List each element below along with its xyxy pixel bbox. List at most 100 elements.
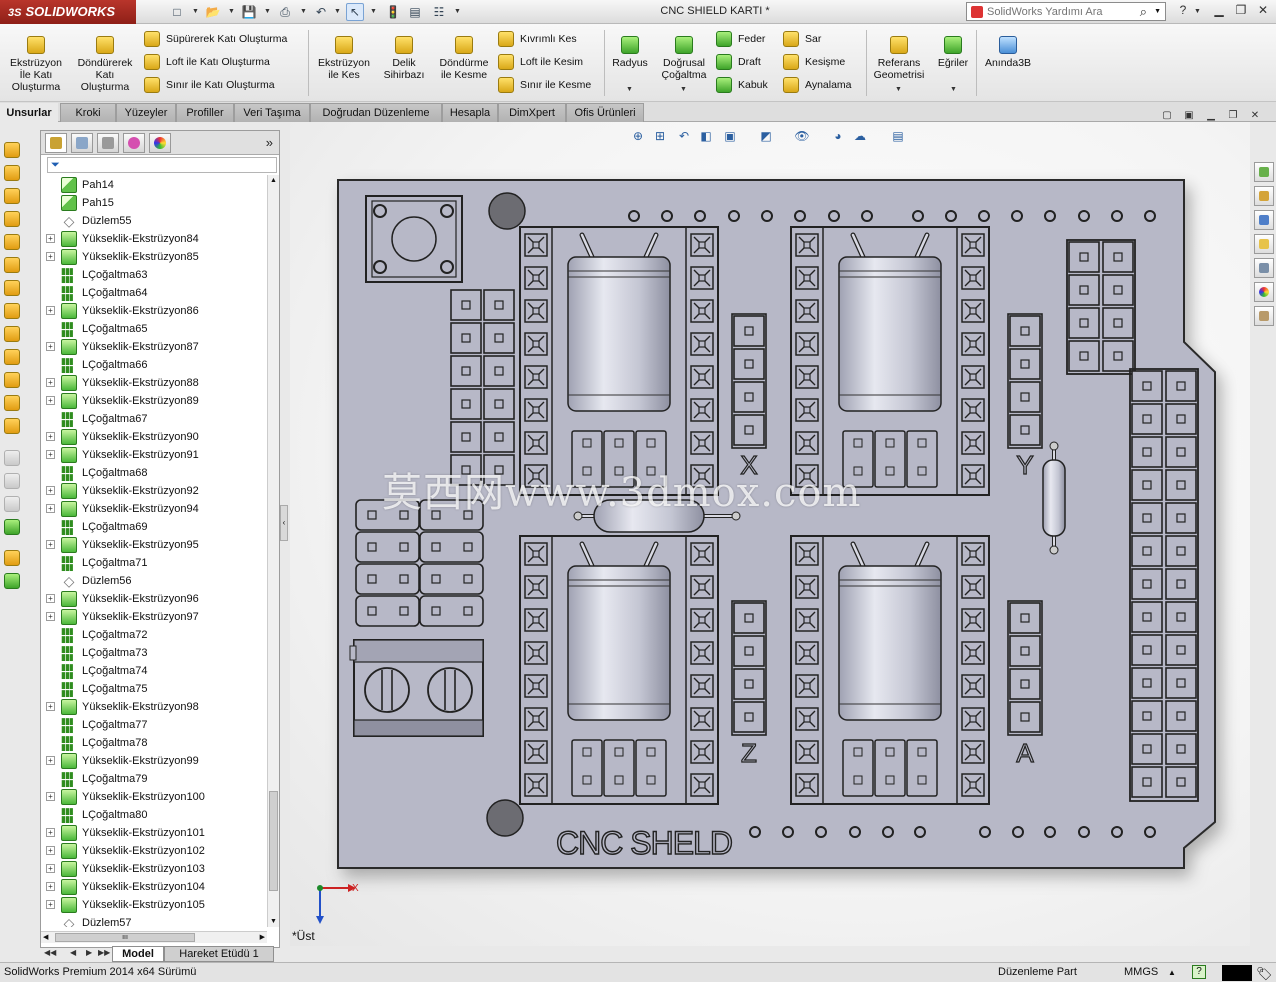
tree-item[interactable]: ◇ Düzlem56 (41, 572, 267, 590)
expand-plus-icon[interactable]: + (46, 342, 55, 351)
tree-item[interactable]: + Yükseklik-Ekstrüzyon85 (41, 248, 267, 266)
tree-item[interactable]: ▮▮▮ ▮▮▮ LÇoğaltma77 (41, 716, 267, 734)
expand-panel-icon[interactable]: » (266, 135, 273, 150)
display-manager-tab[interactable] (149, 133, 171, 153)
expand-plus-icon[interactable]: + (46, 486, 55, 495)
document-minimize-icon[interactable]: ▁ (1202, 110, 1220, 126)
expand-plus-icon[interactable]: + (46, 252, 55, 261)
boundary-tool-icon[interactable] (4, 234, 20, 250)
mirror-button[interactable]: Aynalama (783, 76, 852, 94)
help-search-input[interactable] (987, 5, 1137, 19)
unit-system-selector[interactable]: MMGS (1124, 963, 1158, 982)
curves-tool-icon[interactable] (4, 573, 20, 589)
new-document-icon[interactable]: □ (168, 3, 186, 21)
configuration-manager-tab[interactable] (97, 133, 119, 153)
expand-plus-icon[interactable]: + (46, 612, 55, 621)
expand-plus-icon[interactable]: + (46, 846, 55, 855)
tree-item[interactable]: + Yükseklik-Ekstrüzyon95 (41, 536, 267, 554)
intersect-button[interactable]: Kesişme (783, 53, 845, 71)
tab-motion-study[interactable]: Hareket Etüdü 1 (164, 946, 274, 962)
extrude-tool-icon[interactable] (4, 142, 20, 158)
wrap-tool-icon[interactable] (4, 395, 20, 411)
tree-item[interactable]: ▮▮▮ ▮▮▮ LÇoğaltma65 (41, 320, 267, 338)
wrap-button[interactable]: Sar (783, 30, 821, 48)
minimize-icon[interactable]: ▁ (1210, 3, 1228, 19)
extrude-boss-button[interactable]: Ekstrüzyon İle Katı Oluşturma (6, 36, 66, 93)
tree-item[interactable]: + Yükseklik-Ekstrüzyon102 (41, 842, 267, 860)
tab-ofis-urunleri[interactable]: Ofis Ürünleri (566, 103, 644, 122)
tree-item[interactable]: Pah14 (41, 176, 267, 194)
tab-veri-tasima[interactable]: Veri Taşıma (234, 103, 310, 122)
expand-plus-icon[interactable]: + (46, 396, 55, 405)
file-explorer-tab[interactable] (1254, 234, 1274, 254)
tree-item[interactable]: + Yükseklik-Ekstrüzyon86 (41, 302, 267, 320)
tree-item[interactable]: ▮▮▮ ▮▮▮ LÇoğaltma71 (41, 554, 267, 572)
tree-item[interactable]: + Yükseklik-Ekstrüzyon90 (41, 428, 267, 446)
chevron-down-icon[interactable]: ▼ (1154, 8, 1161, 15)
view-orientation-icon[interactable]: ▣ (722, 128, 738, 144)
graphics-viewport[interactable]: X Y Z A CNC SHELD (290, 122, 1250, 946)
loft-cut-button[interactable]: Loft ile Kesim (498, 53, 583, 71)
document-close-icon[interactable]: ✕ (1246, 110, 1264, 126)
tag-icon[interactable]: 🏷 (1256, 964, 1273, 982)
tree-item[interactable]: ▮▮▮ ▮▮▮ LÇoğaltma75 (41, 680, 267, 698)
fillet-tool-icon[interactable] (4, 519, 20, 535)
view-tile-icon[interactable]: ▢ (1158, 110, 1176, 126)
tree-item[interactable]: ▮▮▮ ▮▮▮ LÇoğaltma64 (41, 284, 267, 302)
design-library-tab[interactable] (1254, 210, 1274, 230)
expand-plus-icon[interactable]: + (46, 540, 55, 549)
view-layout-icon[interactable]: ▣ (1180, 110, 1198, 126)
shell-button[interactable]: Kabuk (716, 76, 768, 94)
help-status-icon[interactable]: ? (1192, 965, 1206, 979)
tree-item[interactable]: ▮▮▮ ▮▮▮ LÇoğaltma69 (41, 518, 267, 536)
tab-nav-next-icon[interactable]: ▶ (86, 948, 92, 957)
tree-item[interactable]: + Yükseklik-Ekstrüzyon105 (41, 896, 267, 914)
expand-plus-icon[interactable]: + (46, 756, 55, 765)
tree-item[interactable]: Pah15 (41, 194, 267, 212)
expand-plus-icon[interactable]: + (46, 234, 55, 243)
expand-plus-icon[interactable]: + (46, 432, 55, 441)
tree-item[interactable]: ▮▮▮ ▮▮▮ LÇoğaltma67 (41, 410, 267, 428)
tab-profiller[interactable]: Profiller (176, 103, 234, 122)
loft-tool-icon[interactable] (4, 211, 20, 227)
cut-sweep-tool-icon[interactable] (4, 303, 20, 319)
tree-item[interactable]: ▮▮▮ ▮▮▮ LÇoğaltma80 (41, 806, 267, 824)
tree-item[interactable]: + Yükseklik-Ekstrüzyon89 (41, 392, 267, 410)
tree-item[interactable]: ▮▮▮ ▮▮▮ LÇoğaltma78 (41, 734, 267, 752)
tree-item[interactable]: ▮▮▮ ▮▮▮ LÇoğaltma63 (41, 266, 267, 284)
rib-button[interactable]: Feder (716, 30, 765, 48)
zoom-to-area-icon[interactable]: ⊞ (652, 128, 668, 144)
tab-dimxpert[interactable]: DimXpert (498, 103, 566, 122)
fillet-button[interactable]: Radyus (608, 36, 652, 69)
tree-item[interactable]: + Yükseklik-Ekstrüzyon103 (41, 860, 267, 878)
appearances-tab[interactable] (1254, 282, 1274, 302)
expand-plus-icon[interactable]: + (46, 450, 55, 459)
tree-item[interactable]: ▮▮▮ ▮▮▮ LÇoğaltma68 (41, 464, 267, 482)
feature-filter[interactable]: ⏷ (47, 157, 277, 173)
cut-loft-tool-icon[interactable] (4, 326, 20, 342)
property-manager-tab[interactable] (71, 133, 93, 153)
draft-button[interactable]: Draft (716, 53, 761, 71)
dome-tool-icon[interactable] (4, 418, 20, 434)
tab-hesapla[interactable]: Hesapla (442, 103, 498, 122)
feature-tree-vertical-scrollbar[interactable]: ▲ ▼ (267, 175, 279, 927)
rebuild-icon[interactable]: 🚦 (384, 3, 402, 21)
expand-plus-icon[interactable]: + (46, 378, 55, 387)
tree-item[interactable]: + Yükseklik-Ekstrüzyon92 (41, 482, 267, 500)
resources-tab[interactable] (1254, 162, 1274, 182)
options-icon[interactable]: ☷ (430, 3, 448, 21)
tree-item[interactable]: + Yükseklik-Ekstrüzyon99 (41, 752, 267, 770)
reference-geometry-button[interactable]: Referans Geometrisi (868, 36, 930, 81)
tab-model[interactable]: Model (112, 946, 164, 962)
section-view-icon[interactable]: ◧ (698, 128, 714, 144)
curves-button[interactable]: Eğriler (932, 36, 974, 69)
instant3d-button[interactable]: Anında3B (980, 36, 1036, 69)
revolve-boss-button[interactable]: Döndürerek Katı Oluşturma (72, 36, 138, 93)
tab-nav-first-icon[interactable]: ◀◀ (44, 948, 56, 957)
extrude-cut-button[interactable]: Ekstrüzyon ile Kes (312, 36, 376, 81)
search-icon[interactable]: ⌕ (1140, 4, 1147, 20)
print-icon[interactable]: ⎙ (276, 3, 294, 21)
zoom-to-fit-icon[interactable]: ⊕ (630, 128, 646, 144)
tree-item[interactable]: + Yükseklik-Ekstrüzyon87 (41, 338, 267, 356)
tree-item[interactable]: + Yükseklik-Ekstrüzyon100 (41, 788, 267, 806)
